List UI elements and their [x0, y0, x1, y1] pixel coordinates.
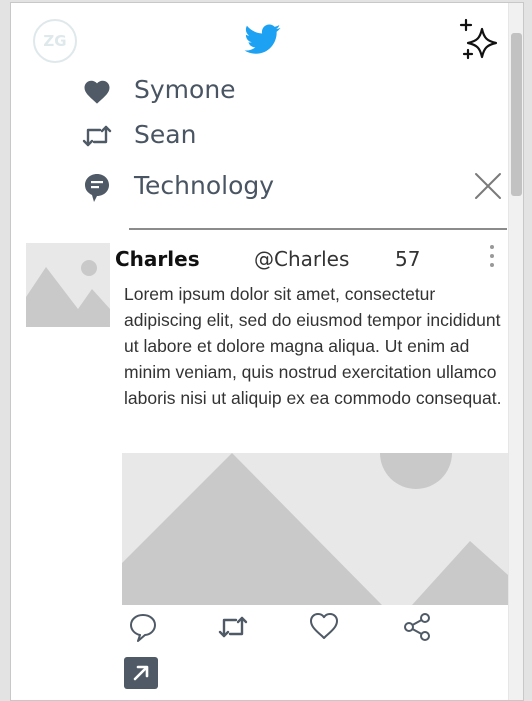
retweet-icon: [82, 121, 112, 151]
sparkles-icon[interactable]: [457, 17, 503, 63]
like-icon[interactable]: [308, 610, 340, 642]
post-image-placeholder[interactable]: [122, 453, 511, 605]
row-label-technology[interactable]: Technology: [134, 171, 274, 200]
arrow-up-right-icon: [133, 665, 149, 681]
divider: [129, 228, 507, 230]
speech-bubble-icon: [82, 171, 112, 202]
twitter-bird-icon[interactable]: [243, 21, 283, 57]
row-label-symone[interactable]: Symone: [134, 75, 236, 104]
reply-icon[interactable]: [127, 611, 159, 643]
author-image-placeholder[interactable]: [26, 243, 110, 327]
profile-avatar[interactable]: ZG: [33, 19, 77, 63]
retweet-action-icon[interactable]: [217, 611, 249, 643]
row-label-sean[interactable]: Sean: [134, 120, 196, 149]
more-options-icon[interactable]: [487, 243, 497, 271]
open-external-button[interactable]: [124, 657, 158, 689]
scrollbar-thumb[interactable]: [511, 33, 522, 196]
post-handle[interactable]: @Charles: [254, 247, 349, 271]
scrollbar[interactable]: [508, 3, 523, 700]
post-body: Lorem ipsum dolor sit amet, consectetur …: [124, 284, 502, 408]
heart-icon: [82, 77, 112, 107]
avatar-initials: ZG: [43, 32, 67, 50]
share-icon[interactable]: [401, 611, 433, 643]
post-count: 57: [395, 247, 421, 271]
close-icon[interactable]: [474, 172, 502, 200]
app-window: ZG Symone Sean Technology Charles @Charl…: [10, 2, 524, 701]
post-author[interactable]: Charles: [115, 247, 200, 271]
